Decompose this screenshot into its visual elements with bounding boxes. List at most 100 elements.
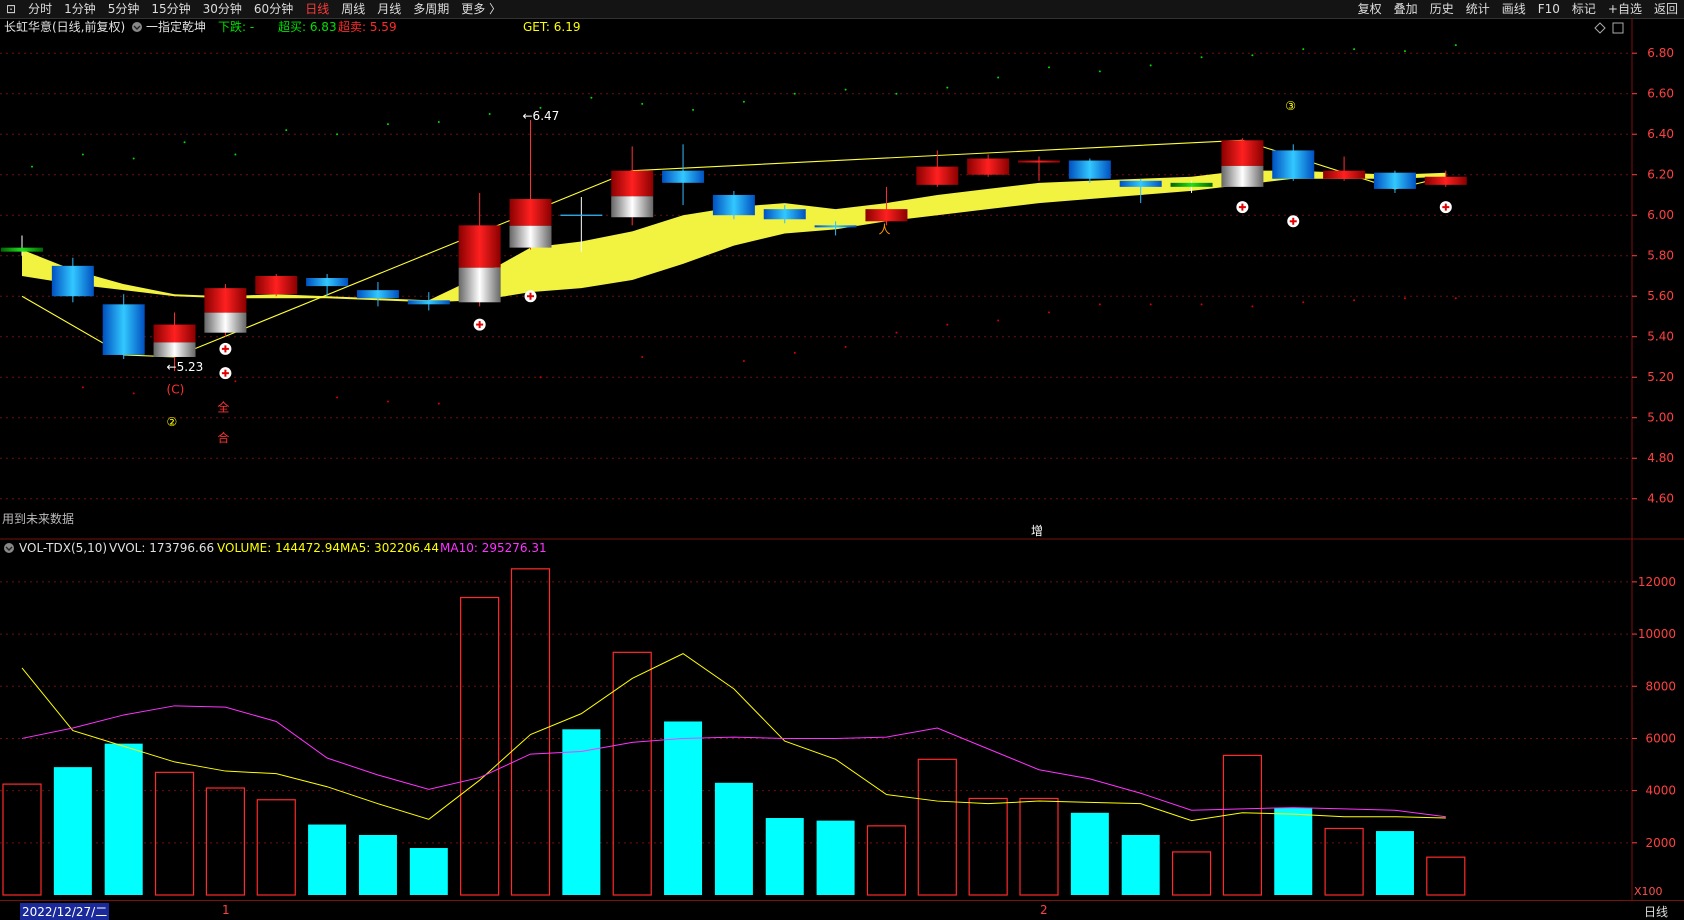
vvol-value: VVOL: 173796.66 — [109, 541, 214, 555]
buy-plus-marker — [1236, 201, 1249, 214]
period-tab-0[interactable]: 分时 — [22, 0, 58, 18]
diamond-icon[interactable] — [1594, 22, 1606, 34]
period-tab-10[interactable]: 更多 〉 — [455, 0, 507, 18]
get-label: GET: 6.19 — [523, 20, 580, 34]
price-tick-label: 5.80 — [1647, 249, 1674, 263]
volume-tick-label: 8000 — [1645, 679, 1676, 693]
period-tab-7[interactable]: 周线 — [335, 0, 371, 18]
chart-annotation: ←5.23 — [167, 360, 204, 374]
month-mark-2: 2 — [1040, 903, 1048, 917]
candle-body-down — [814, 225, 857, 228]
stock-chart[interactable]: ←5.23 ←6.47 (C) ② 全合 ③ 人 4.60 4.80 5.00 5.20 5.40 5… — [0, 19, 1684, 900]
volume-bar-up — [2, 783, 42, 896]
candle-body-up — [967, 158, 1010, 175]
month-mark-1: 1 — [222, 903, 230, 917]
price-tick-label: 4.60 — [1647, 492, 1674, 506]
tool-button-0[interactable]: 复权 — [1352, 0, 1388, 18]
green-signal-dot — [997, 76, 1000, 79]
window-icon[interactable] — [1612, 22, 1624, 34]
candle-body-up — [1323, 170, 1366, 179]
tool-button-6[interactable]: 标记 — [1566, 0, 1602, 18]
period-label: 日线 — [1644, 905, 1669, 919]
period-tab-1[interactable]: 1分钟 — [58, 0, 102, 18]
cursor-date: 2022/12/27/二 — [20, 903, 110, 920]
red-signal-dot — [1454, 297, 1457, 300]
red-signal-dot — [793, 351, 796, 354]
green-signal-dot — [1149, 64, 1152, 67]
volume-bar-up — [968, 797, 1008, 896]
tool-button-4[interactable]: 画线 — [1496, 0, 1532, 18]
volume-tick-label: 4000 — [1645, 784, 1676, 798]
indicator-dropdown-icon[interactable] — [132, 22, 142, 32]
red-signal-dot — [742, 360, 745, 363]
green-signal-dot — [590, 96, 593, 99]
volume-bar-up — [1426, 856, 1466, 896]
tool-button-7[interactable]: +自选 — [1602, 0, 1648, 18]
volume-tick-label: 6000 — [1645, 731, 1676, 745]
down-label: 下跌: - — [218, 19, 254, 34]
green-signal-dot — [234, 153, 237, 156]
green-signal-dot — [386, 123, 389, 126]
green-signal-dot — [1454, 44, 1457, 47]
candle-body-up — [1424, 176, 1467, 185]
volume-bar-up — [866, 825, 907, 896]
green-signal-dot — [1302, 48, 1305, 51]
volume-bar-down — [1070, 812, 1109, 895]
tool-button-3[interactable]: 统计 — [1460, 0, 1496, 18]
red-signal-dot — [1251, 305, 1254, 308]
overbought-label: 超卖: 5.59 — [338, 19, 397, 34]
candle-body-up-lower — [509, 225, 552, 248]
indicator-name: 一指定乾坤 — [146, 19, 206, 34]
period-tab-2[interactable]: 5分钟 — [102, 0, 146, 18]
candle-body-up — [458, 225, 501, 268]
oversold-label: 超买: 6.83 — [278, 19, 337, 34]
candle-body-up — [865, 209, 908, 222]
period-tab-3[interactable]: 15分钟 — [145, 0, 196, 18]
period-tab-9[interactable]: 多周期 — [407, 0, 455, 18]
tool-button-1[interactable]: 叠加 — [1388, 0, 1424, 18]
period-tab-8[interactable]: 月线 — [371, 0, 407, 18]
red-signal-dot — [132, 392, 135, 395]
menu-icon[interactable]: ⊡ — [0, 0, 22, 18]
tool-button-5[interactable]: F10 — [1532, 0, 1566, 18]
red-signal-dot — [1098, 303, 1101, 306]
candle-body-up — [1018, 160, 1060, 163]
price-tick-label: 5.40 — [1647, 330, 1674, 344]
volume-bars — [2, 568, 1466, 896]
chart-annotation: 人 — [878, 222, 890, 236]
chart-annotation: 全 — [217, 400, 229, 415]
volume-bar-up — [1324, 827, 1364, 896]
chart-annotation: ② — [167, 415, 178, 429]
future-data-note: 用到未来数据 — [2, 511, 74, 526]
period-tab-6[interactable]: 日线 — [299, 0, 335, 18]
candle-body-down — [51, 265, 94, 297]
buy-plus-marker — [524, 290, 537, 303]
volume-value: VOLUME: 144472.94 — [217, 541, 340, 555]
tool-button-2[interactable]: 历史 — [1424, 0, 1460, 18]
volume-bar-up — [1222, 754, 1263, 896]
volume-bar-up — [917, 758, 957, 896]
red-signal-dot — [895, 331, 898, 334]
price-tick-label: 6.00 — [1647, 208, 1674, 222]
period-tab-5[interactable]: 60分钟 — [248, 0, 299, 18]
candle-body-down — [1373, 172, 1416, 189]
red-signal-dot — [1048, 311, 1050, 314]
volume-bar-up — [1019, 797, 1059, 896]
candle-body-down — [306, 278, 349, 287]
volume-bar-down — [308, 824, 347, 895]
candle-body-up-lower — [153, 342, 196, 357]
ma10-value: MA10: 295276.31 — [440, 541, 547, 555]
vol-dropdown-icon[interactable] — [4, 543, 14, 553]
green-signal-dot — [132, 157, 135, 160]
red-signal-dot — [437, 402, 440, 405]
volume-bar-down — [1121, 834, 1160, 895]
candle-body-down — [763, 209, 806, 220]
period-tab-4[interactable]: 30分钟 — [197, 0, 248, 18]
green-signal-dot — [1353, 48, 1356, 51]
tool-button-8[interactable]: 返回 — [1648, 0, 1684, 18]
red-signal-dot — [1200, 303, 1203, 306]
red-signal-dot — [81, 386, 84, 389]
buy-plus-marker — [1287, 215, 1300, 228]
volume-bar-up — [612, 651, 652, 896]
candle-body-down — [662, 170, 705, 183]
